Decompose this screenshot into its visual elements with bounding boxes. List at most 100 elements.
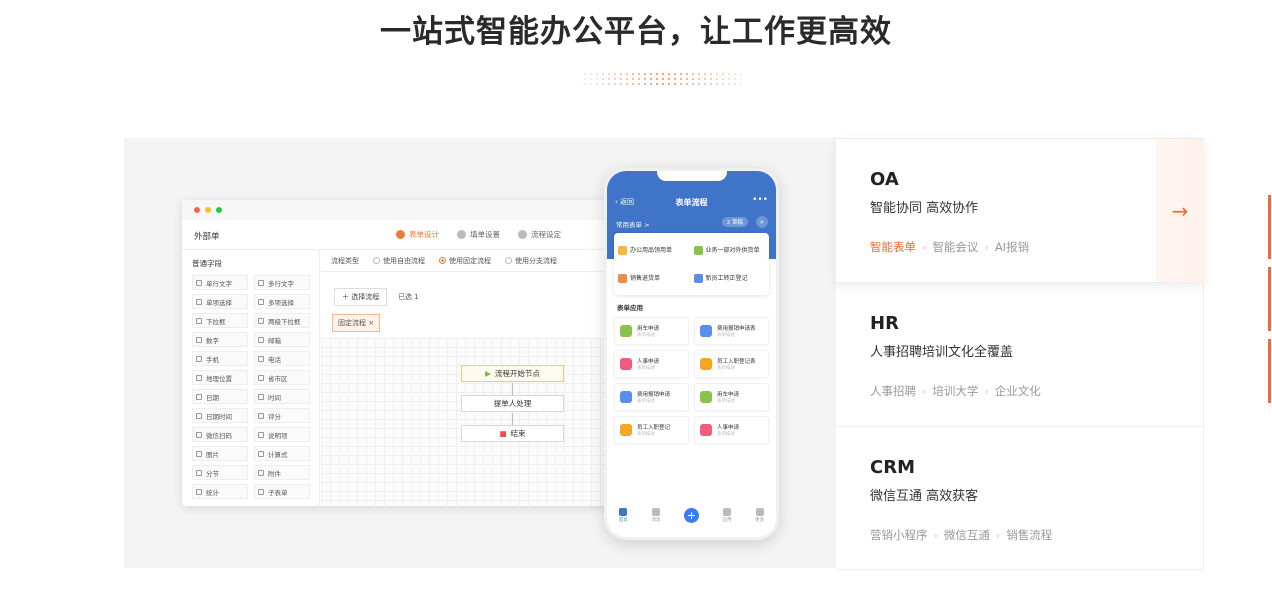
flow-option-fixed: 使用固定流程 <box>439 256 491 266</box>
flow-option-branch: 使用分支流程 <box>505 256 557 266</box>
quick-forms-card: 办公用品领用单 业务一部对外供货单 销售退货单 新员工转正登记 <box>614 233 769 295</box>
link-sales-flow[interactable]: 销售流程 <box>1006 527 1052 543</box>
dot <box>656 78 658 80</box>
field-type-icon <box>196 431 202 438</box>
app-icon <box>620 358 632 370</box>
link-wechat[interactable]: 微信互通 <box>944 527 990 543</box>
minimize-dot-icon <box>205 207 211 213</box>
app-tile: 员工入职登记 表单描述 <box>614 416 689 444</box>
dot <box>590 73 592 75</box>
link-smart-meeting[interactable]: 智能会议 <box>932 239 978 255</box>
step-form-design: 表单设计 <box>396 229 439 240</box>
dot <box>722 78 724 80</box>
field-type-icon <box>258 355 264 362</box>
dot <box>716 73 718 75</box>
app-icon <box>620 325 632 337</box>
product-name: HR <box>870 313 899 334</box>
dot <box>668 78 670 80</box>
step-fill-settings: 填单设置 <box>457 229 500 240</box>
product-desc: 智能协同 高效协作 <box>870 201 979 216</box>
dot <box>716 83 718 85</box>
dot <box>674 83 676 85</box>
mobile-phone: ‹ 返回 表单流程 ••• 常用表单 > 2 草稿 ⌕ 办公用品领用单 业务一部… <box>604 168 779 540</box>
app-name: 人事申请 <box>717 425 740 431</box>
dot <box>728 83 730 85</box>
app-name: 人事申请 <box>637 359 660 365</box>
field-item: 子表单 <box>254 484 310 499</box>
link-smart-form[interactable]: 智能表单 <box>870 239 916 255</box>
dot <box>596 73 598 75</box>
arrow-right-icon[interactable]: → <box>1156 139 1204 282</box>
quick-item: 业务一部对外供货单 <box>693 238 766 262</box>
dot <box>662 83 664 85</box>
field-type-icon <box>196 336 202 343</box>
app-name: 费用报销申请 <box>637 392 671 398</box>
dot <box>680 78 682 80</box>
dot <box>704 73 706 75</box>
product-links: 智能表单 › 智能会议 › AI报销 <box>870 239 1029 255</box>
field-item: 邮箱 <box>254 332 310 347</box>
dot <box>734 83 736 85</box>
dot <box>728 78 730 80</box>
product-item-crm[interactable]: CRM 微信互通 高效获客 营销小程序 › 微信互通 › 销售流程 <box>836 427 1204 571</box>
field-item: 单项选择 <box>192 294 248 309</box>
form-title: 外部单 <box>194 232 220 242</box>
product-item-hr[interactable]: HR 人事招聘培训文化全覆盖 人事招聘 › 培训大学 › 企业文化 <box>836 283 1204 427</box>
field-item: 分节 <box>192 465 248 480</box>
field-item: 省市区 <box>254 370 310 385</box>
more-icon: ••• <box>752 195 768 205</box>
field-type-icon <box>258 469 264 476</box>
product-links: 人事招聘 › 培训大学 › 企业文化 <box>870 383 1041 399</box>
phone-tabbar: 首页 消息 + 应用 更多 <box>607 508 776 523</box>
dot <box>584 73 586 75</box>
field-type-icon <box>196 393 202 400</box>
dot <box>608 73 610 75</box>
dot <box>620 73 622 75</box>
dot <box>626 78 628 80</box>
app-tile: 费用报销申请 表单描述 <box>614 383 689 411</box>
select-flow-button: ＋ 选择流程 <box>334 288 388 306</box>
field-item: 日期时间 <box>192 408 248 423</box>
tab-more: 更多 <box>755 508 764 523</box>
dot <box>722 73 724 75</box>
dot <box>734 78 736 80</box>
dot <box>602 78 604 80</box>
chevron-right-icon: › <box>984 240 989 254</box>
field-type-icon <box>258 393 264 400</box>
link-culture[interactable]: 企业文化 <box>995 383 1041 399</box>
field-type-icon <box>258 488 264 495</box>
app-icon <box>700 325 712 337</box>
flow-tag: 固定流程 × <box>332 314 381 332</box>
field-item: 时间 <box>254 389 310 404</box>
phone-subtitle: 常用表单 > <box>616 221 650 229</box>
flow-connector <box>512 413 513 425</box>
dot <box>620 83 622 85</box>
app-icon <box>700 358 712 370</box>
dot <box>590 83 592 85</box>
dot <box>716 78 718 80</box>
field-type-icon <box>258 336 264 343</box>
field-type-icon <box>196 374 202 381</box>
app-sub: 表单描述 <box>637 432 655 437</box>
dot <box>656 83 658 85</box>
link-recruiting[interactable]: 人事招聘 <box>870 383 916 399</box>
field-type-icon <box>258 298 264 305</box>
apps-grid: 用车申请 表单描述 费用报销申请表 表单描述 人事申请 表单描述 员工入职登记表 表单描述 费用… <box>614 317 769 444</box>
link-training[interactable]: 培训大学 <box>932 383 978 399</box>
field-type-icon <box>258 279 264 286</box>
dot <box>608 78 610 80</box>
field-item: 日期 <box>192 389 248 404</box>
link-ai-expense[interactable]: AI报销 <box>995 239 1029 255</box>
dot <box>632 78 634 80</box>
dot <box>734 73 736 75</box>
product-item-oa[interactable]: OA 智能协同 高效协作 智能表单 › 智能会议 › AI报销 → <box>836 139 1204 283</box>
link-mini-program[interactable]: 营销小程序 <box>870 527 928 543</box>
chevron-right-icon: › <box>995 528 1001 542</box>
product-name: CRM <box>870 457 915 478</box>
dot <box>692 83 694 85</box>
dot <box>686 83 688 85</box>
dot <box>584 78 586 80</box>
field-palette: 普通字段 单行文字 多行文字 单项选择 多项选择 下拉框 两级下拉框 数字 邮箱 手机 电话 地理位… <box>182 250 320 506</box>
field-type-icon <box>258 412 264 419</box>
dot <box>638 78 640 80</box>
